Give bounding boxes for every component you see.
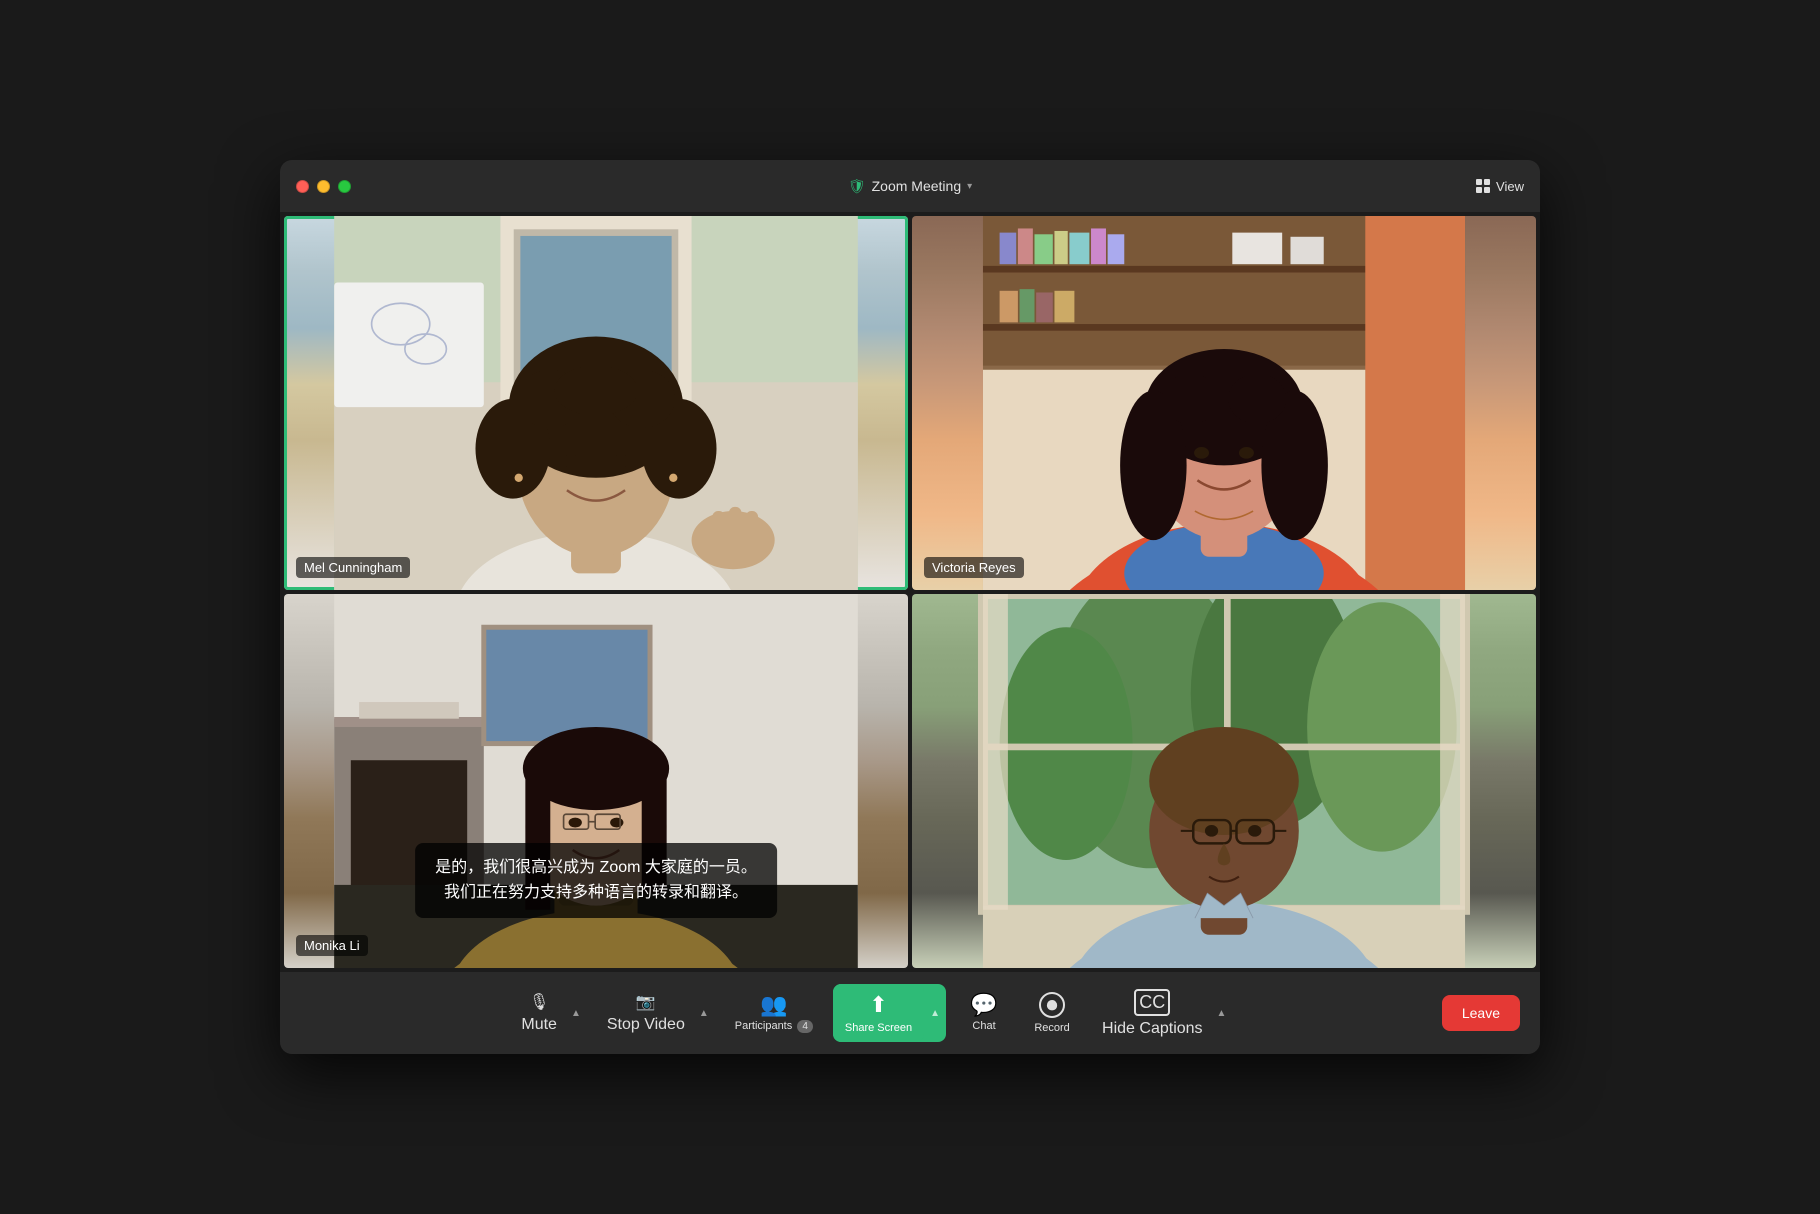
- record-icon: ⏺: [1039, 992, 1065, 1018]
- stop-video-button-group: 📷 Stop Video ▲: [595, 984, 715, 1042]
- record-label: Record: [1034, 1022, 1069, 1034]
- video-tile-monika: Monika Li 是的，我们很高兴成为 Zoom 大家庭的一员。 我们正在努力…: [284, 594, 908, 968]
- leave-button[interactable]: Leave: [1442, 995, 1520, 1031]
- mute-label: Mute: [521, 1016, 557, 1034]
- mute-button-group: 🎙 Mute ▲: [509, 984, 586, 1042]
- titlebar: 🛡 Zoom Meeting ▾ View: [280, 160, 1540, 212]
- chat-icon: 💬: [970, 994, 997, 1016]
- toolbar-center: 🎙 Mute ▲ 📷 Stop Video ▲ 👥 Participants 4: [300, 981, 1442, 1046]
- share-screen-label: Share Screen: [845, 1022, 912, 1034]
- captions-icon: CC: [1134, 989, 1170, 1016]
- video-tile-james: [912, 594, 1536, 968]
- meeting-title: Zoom Meeting: [872, 178, 961, 194]
- mel-name-label: Mel Cunningham: [296, 557, 410, 578]
- participants-label: Participants 4: [735, 1020, 813, 1032]
- video-tile-victoria: Victoria Reyes: [912, 216, 1536, 590]
- mel-video-feed: [284, 216, 908, 590]
- titlebar-center: 🛡 Zoom Meeting ▾: [848, 178, 972, 195]
- victoria-name-label: Victoria Reyes: [924, 557, 1024, 578]
- video-tile-mel: Mel Cunningham: [284, 216, 908, 590]
- toolbar: 🎙 Mute ▲ 📷 Stop Video ▲ 👥 Participants 4: [280, 972, 1540, 1054]
- zoom-window: 🛡 Zoom Meeting ▾ View: [280, 160, 1540, 1054]
- close-button[interactable]: [296, 180, 309, 193]
- share-arrow-button[interactable]: ▲: [924, 984, 946, 1042]
- traffic-lights: [296, 180, 351, 193]
- captions-button-group: CC Hide Captions ▲: [1090, 981, 1232, 1046]
- minimize-button[interactable]: [317, 180, 330, 193]
- share-screen-button-group: ⬆ Share Screen ▲: [833, 984, 946, 1042]
- view-button[interactable]: View: [1476, 179, 1524, 194]
- subtitle-line2: 我们正在努力支持多种语言的转录和翻译。: [435, 880, 757, 906]
- video-grid: Mel Cunningham: [280, 212, 1540, 972]
- hide-captions-label: Hide Captions: [1102, 1020, 1203, 1038]
- hide-captions-button[interactable]: CC Hide Captions: [1090, 981, 1211, 1046]
- victoria-video-feed: [912, 216, 1536, 590]
- mute-arrow-button[interactable]: ▲: [565, 984, 587, 1042]
- record-button[interactable]: ⏺ Record: [1022, 984, 1082, 1042]
- microphone-icon: 🎙: [529, 992, 549, 1012]
- monika-name-label: Monika Li: [296, 935, 368, 956]
- share-screen-icon: ⬆: [869, 992, 887, 1018]
- subtitle-line1: 是的，我们很高兴成为 Zoom 大家庭的一员。: [435, 855, 757, 881]
- view-grid-icon: [1476, 179, 1490, 193]
- stop-video-button[interactable]: 📷 Stop Video: [595, 984, 693, 1042]
- video-camera-icon: 📷: [636, 992, 656, 1012]
- captions-arrow-button[interactable]: ▲: [1211, 981, 1233, 1046]
- chat-button[interactable]: 💬 Chat: [954, 986, 1014, 1040]
- view-label: View: [1496, 179, 1524, 194]
- share-screen-button[interactable]: ⬆ Share Screen: [833, 984, 924, 1042]
- video-arrow-button[interactable]: ▲: [693, 984, 715, 1042]
- security-shield-icon: 🛡: [848, 178, 866, 195]
- mute-button[interactable]: 🎙 Mute: [509, 984, 565, 1042]
- maximize-button[interactable]: [338, 180, 351, 193]
- james-video-feed: [912, 594, 1536, 968]
- participants-icon: 👥: [760, 994, 787, 1016]
- participants-button[interactable]: 👥 Participants 4: [723, 986, 825, 1040]
- subtitle-overlay: 是的，我们很高兴成为 Zoom 大家庭的一员。 我们正在努力支持多种语言的转录和…: [415, 843, 777, 918]
- stop-video-label: Stop Video: [607, 1016, 685, 1034]
- chat-label: Chat: [972, 1020, 995, 1032]
- title-chevron-icon: ▾: [967, 181, 972, 192]
- toolbar-right: Leave: [1442, 995, 1520, 1031]
